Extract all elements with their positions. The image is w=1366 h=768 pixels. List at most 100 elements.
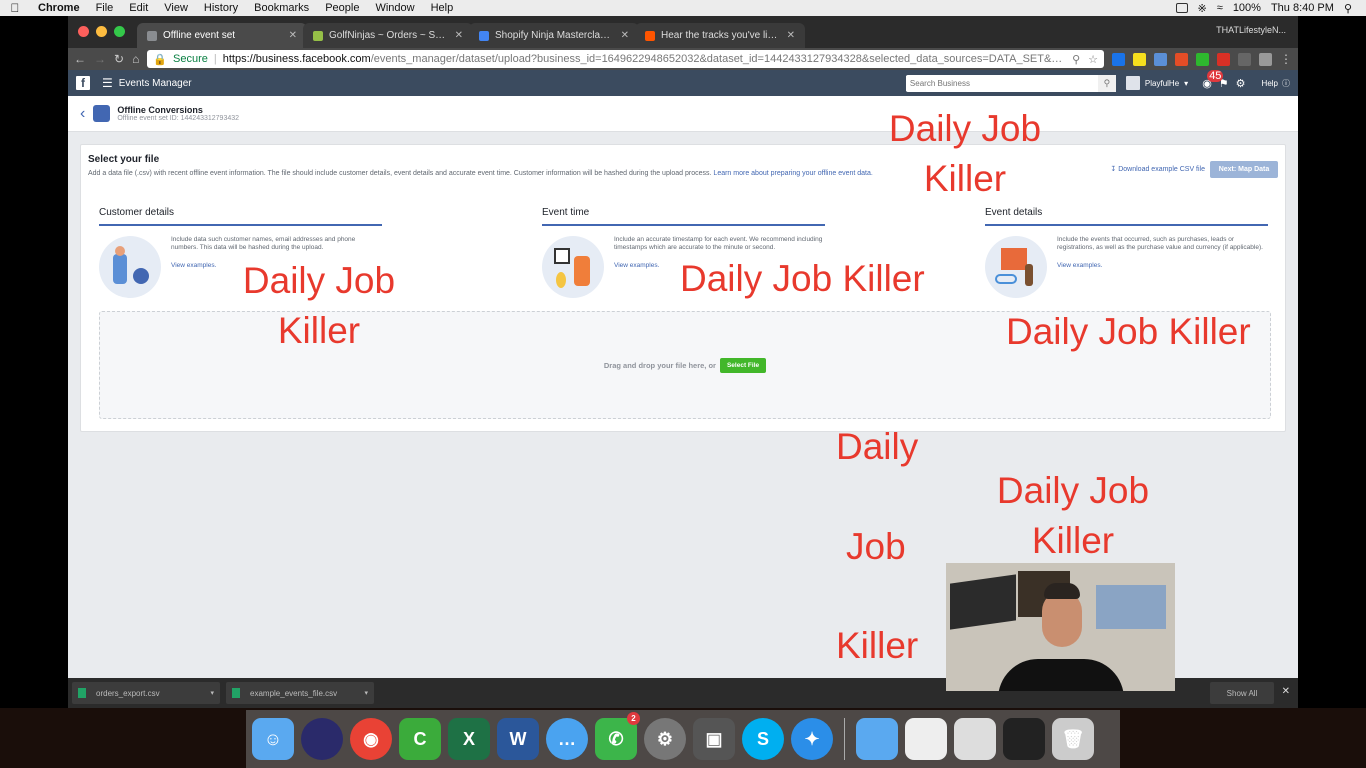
tab-soundcloud[interactable]: Hear the tracks you've liked: o ✕ <box>635 23 805 48</box>
reload-icon[interactable]: ↻ <box>114 52 124 66</box>
chrome-icon[interactable]: ◉ <box>350 718 392 760</box>
finder-icon[interactable]: ☺ <box>252 718 294 760</box>
word-icon[interactable]: W <box>497 718 539 760</box>
clock[interactable]: Thu 8:40 PM <box>1271 2 1334 14</box>
download-link-label: Download example CSV file <box>1118 166 1205 173</box>
event-time-illustration <box>542 236 604 298</box>
chevron-down-icon[interactable]: ▾ <box>210 689 214 697</box>
mac-dock: ☺ ◉ C X W … ✆ 2 ⚙ ▣ S ✦ 🗑 <box>246 710 1120 768</box>
extension-icon[interactable] <box>1154 52 1167 66</box>
lock-icon: 🔒 <box>153 53 168 66</box>
siri-icon[interactable] <box>301 718 343 760</box>
download-filename: example_events_file.csv <box>250 688 338 698</box>
help-link[interactable]: Help <box>1262 79 1278 88</box>
excel-icon[interactable]: X <box>448 718 490 760</box>
download-item[interactable]: orders_export.csv ▾ <box>72 682 220 704</box>
tab-offline-event-set[interactable]: Offline event set ✕ <box>137 23 307 48</box>
help-icon[interactable]: ⓘ <box>1282 78 1290 89</box>
bookmark-star-icon[interactable]: ☆ <box>1080 53 1098 66</box>
column-title: Customer details <box>99 207 382 226</box>
forward-icon[interactable]: → <box>94 52 106 66</box>
messages-icon[interactable]: … <box>546 718 588 760</box>
tab-close-icon[interactable]: ✕ <box>621 30 629 41</box>
business-search[interactable]: ⚲ <box>905 74 1116 92</box>
menu-window[interactable]: Window <box>367 2 422 14</box>
tab-golfninjas-orders[interactable]: GolfNinjas ~ Orders ~ Shopify ✕ <box>303 23 473 48</box>
extension-icon[interactable] <box>1196 52 1209 66</box>
menu-people[interactable]: People <box>317 2 367 14</box>
window-thumbnail-icon[interactable] <box>1003 718 1045 760</box>
desktop-left <box>0 16 68 768</box>
tab-title: GolfNinjas ~ Orders ~ Shopify <box>329 30 449 41</box>
search-icon[interactable]: ⚲ <box>1097 74 1116 92</box>
chrome-menu-icon[interactable]: ⋮ <box>1280 52 1292 66</box>
tab-shopify-masterclass[interactable]: Shopify Ninja Masterclass! (Fi ✕ <box>469 23 639 48</box>
watermark-overlay: Killer <box>836 625 919 666</box>
skype-icon[interactable]: S <box>742 718 784 760</box>
menu-history[interactable]: History <box>196 2 246 14</box>
extension-icon[interactable] <box>1217 52 1230 66</box>
gear-icon[interactable]: ⚙ <box>1236 77 1246 90</box>
tab-close-icon[interactable]: ✕ <box>289 30 297 41</box>
column-title: Event details <box>985 207 1268 226</box>
bluetooth-icon[interactable]: ※ <box>1198 2 1207 15</box>
view-examples-link[interactable]: View examples. <box>1057 262 1268 270</box>
menu-app[interactable]: Chrome <box>30 2 88 14</box>
event-details-column: Event details Include the events that oc… <box>985 207 1268 298</box>
events-manager-title[interactable]: Events Manager <box>119 78 192 89</box>
facetime-icon[interactable]: ✆ 2 <box>595 712 640 760</box>
wifi-icon[interactable]: ≈ <box>1217 2 1223 14</box>
account-switcher[interactable]: PlayfulHe ▾ <box>1125 76 1188 90</box>
screen-icon[interactable] <box>1175 3 1188 13</box>
home-icon[interactable]: ⌂ <box>132 52 139 66</box>
extension-icon[interactable] <box>1133 52 1146 66</box>
profile-name[interactable]: THATLifestyleN... <box>1216 25 1286 35</box>
next-map-data-button[interactable]: Next: Map Data <box>1210 161 1278 178</box>
system-preferences-icon[interactable]: ⚙ <box>644 718 686 760</box>
trash-icon[interactable]: 🗑 <box>1052 718 1094 760</box>
menu-file[interactable]: File <box>88 2 122 14</box>
extension-icon[interactable] <box>1112 52 1125 66</box>
column-text: Include an accurate timestamp for each e… <box>614 236 823 251</box>
search-icon[interactable]: ⚲ <box>1064 53 1080 66</box>
close-icon[interactable]: ✕ <box>1282 686 1290 697</box>
show-all-downloads-button[interactable]: Show All <box>1210 682 1274 704</box>
menu-view[interactable]: View <box>156 2 196 14</box>
folder-icon[interactable] <box>856 718 898 760</box>
download-item[interactable]: example_events_file.csv ▾ <box>226 682 374 704</box>
csv-file-icon <box>78 688 86 698</box>
menu-bookmarks[interactable]: Bookmarks <box>246 2 317 14</box>
image-capture-icon[interactable]: ▣ <box>693 718 735 760</box>
spreadsheet-thumbnail-icon[interactable] <box>954 718 996 760</box>
chevron-down-icon[interactable]: ▾ <box>364 689 368 697</box>
menu-edit[interactable]: Edit <box>121 2 156 14</box>
spotlight-icon[interactable]: ⚲ <box>1344 2 1352 15</box>
address-bar[interactable]: 🔒 Secure | https://business.facebook.com… <box>147 50 1104 68</box>
minimize-window-button[interactable] <box>96 26 107 37</box>
tab-close-icon[interactable]: ✕ <box>787 30 795 41</box>
apple-icon[interactable]:  <box>0 1 30 15</box>
mac-menubar:  Chrome File Edit View History Bookmark… <box>0 0 1366 16</box>
camtasia-icon[interactable]: C <box>399 718 441 760</box>
extension-icon[interactable] <box>1175 52 1188 66</box>
learn-more-link[interactable]: Learn more about preparing your offline … <box>713 170 872 177</box>
tab-strip: Offline event set ✕ GolfNinjas ~ Orders … <box>68 16 1298 48</box>
tab-close-icon[interactable]: ✕ <box>455 30 463 41</box>
hamburger-menu-icon[interactable]: ☰ <box>102 76 113 90</box>
download-example-csv-link[interactable]: ↧ Download example CSV file <box>1110 165 1205 173</box>
back-icon[interactable]: ← <box>74 52 86 66</box>
back-chevron-icon[interactable]: ‹ <box>80 105 85 123</box>
extension-icon[interactable] <box>1238 52 1251 66</box>
card-description: Add a data file (.csv) with recent offli… <box>88 169 888 178</box>
extension-icon[interactable] <box>1259 52 1272 66</box>
close-window-button[interactable] <box>78 26 89 37</box>
safari-icon[interactable]: ✦ <box>791 718 833 760</box>
spreadsheet-thumbnail-icon[interactable] <box>905 718 947 760</box>
account-name: PlayfulHe <box>1144 78 1180 88</box>
battery-percent[interactable]: 100% <box>1233 2 1261 14</box>
select-file-button[interactable]: Select File <box>719 357 767 373</box>
zoom-window-button[interactable] <box>114 26 125 37</box>
menu-help[interactable]: Help <box>423 2 462 14</box>
facebook-logo-icon[interactable]: f <box>76 76 90 90</box>
search-business-input[interactable] <box>905 75 1098 91</box>
